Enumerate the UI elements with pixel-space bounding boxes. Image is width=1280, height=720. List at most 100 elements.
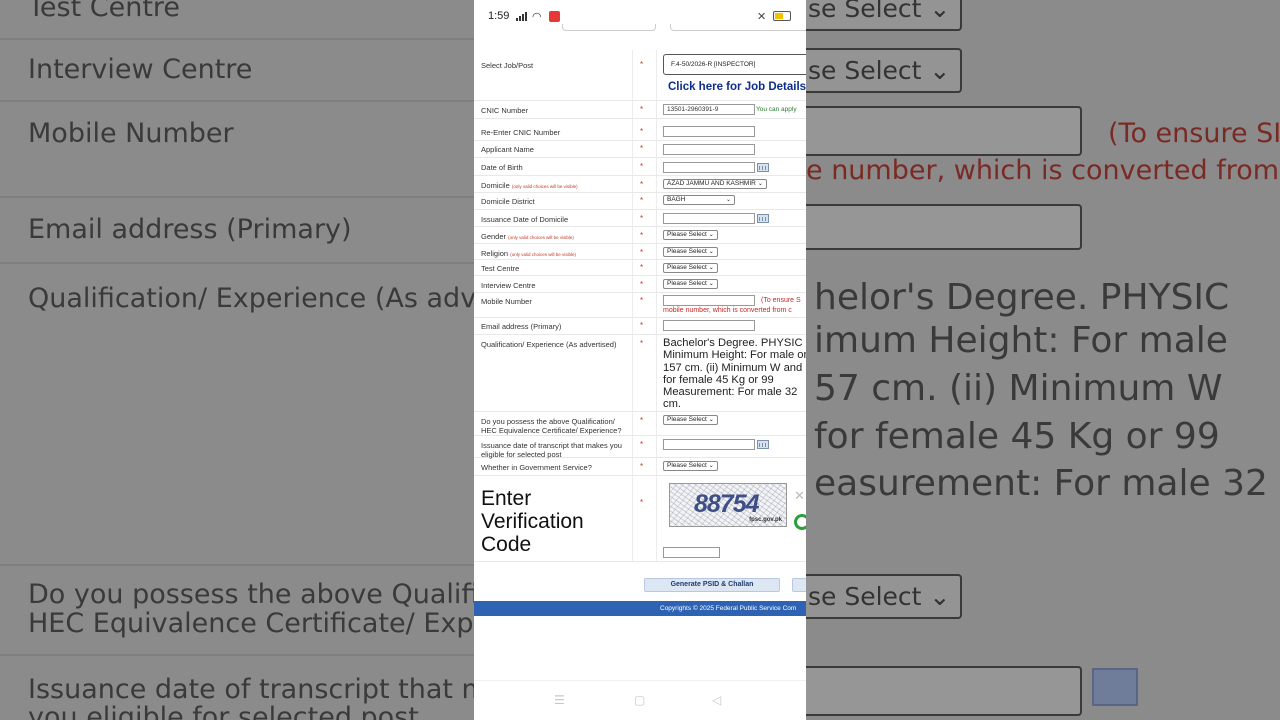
label-domicile-date: Issuance Date of Domicile [481, 215, 569, 224]
required-mark: * [640, 214, 644, 223]
test-centre-select[interactable]: Please Select ⌄ [663, 263, 718, 273]
re-cnic-input[interactable] [663, 126, 755, 137]
chevron-down-icon: ⌄ [708, 281, 714, 287]
bg-input [806, 666, 1082, 716]
gender-select[interactable]: Please Select ⌄ [663, 230, 718, 240]
captcha-image: 88754 fpsc.gov.pk [669, 483, 787, 527]
required-mark: * [640, 263, 644, 272]
bg-input [806, 106, 1082, 156]
battery-icon [773, 11, 791, 21]
cnic-hint: You can apply [756, 106, 797, 113]
prev-field-edge [670, 24, 806, 31]
back-icon[interactable]: ◁ [712, 693, 721, 707]
chevron-down-icon: ⌄ [757, 181, 763, 187]
required-mark: * [640, 321, 644, 330]
interview-centre-select[interactable]: Please Select ⌄ [663, 279, 718, 289]
label-job: Select Job/Post [481, 61, 534, 70]
bg-label-interview-centre: Interview Centre [28, 54, 253, 85]
required-mark: * [640, 60, 644, 69]
domicile-district-select[interactable]: BAGH ⌄ [663, 195, 735, 205]
transcript-date-input[interactable] [663, 439, 755, 450]
bg-label-mobile: Mobile Number [28, 118, 234, 149]
applicant-name-input[interactable] [663, 144, 755, 155]
email-input[interactable] [663, 320, 755, 331]
bg-hint-1: (To ensure SI [1108, 118, 1280, 149]
bg-label-email: Email address (Primary) [28, 214, 352, 245]
bg-select: se Select ⌄ [806, 0, 963, 31]
label-religion: Religion (only valid choices will be vis… [481, 249, 576, 258]
required-mark: * [640, 339, 644, 348]
captcha-domain: fpsc.gov.pk [749, 517, 782, 523]
label-govt-service: Whether in Government Service? [481, 463, 592, 472]
calendar-icon[interactable] [757, 214, 769, 223]
prev-field-edge [562, 24, 656, 31]
bg-hint-2: e number, which is converted from c [806, 155, 1280, 186]
bg-separator [0, 564, 474, 566]
domicile-select[interactable]: AZAD JAMMU AND KASHMIR ⌄ [663, 179, 767, 189]
mobile-input[interactable] [663, 295, 755, 306]
bg-select: se Select ⌄ [806, 574, 963, 619]
signal-icon [516, 11, 530, 21]
label-re-cnic: Re-Enter CNIC Number [481, 128, 561, 137]
label-gender: Gender (only valid choices will be visib… [481, 232, 574, 241]
bg-qual-4: for female 45 Kg or 99 [814, 416, 1220, 457]
required-mark: * [640, 144, 644, 153]
bg-separator [0, 38, 474, 40]
required-mark: * [640, 440, 644, 449]
bg-input [806, 204, 1082, 250]
bg-qual-1: helor's Degree. PHYSIC [814, 277, 1230, 318]
footer: Copyrights © 2025 Federal Public Service… [474, 601, 806, 616]
calendar-icon[interactable] [757, 163, 769, 172]
dob-input[interactable] [663, 162, 755, 173]
chevron-down-icon: ⌄ [708, 249, 714, 255]
label-mobile: Mobile Number [481, 297, 532, 306]
chevron-down-icon: ⌄ [708, 265, 714, 271]
label-verification: Enter Verification Code [481, 487, 584, 556]
mobile-hint-2: mobile number, which is converted from c [663, 307, 792, 314]
verification-code-input[interactable] [663, 547, 720, 558]
calendar-icon[interactable] [757, 440, 769, 449]
close-icon[interactable]: ✕ [794, 488, 805, 504]
bg-separator [0, 196, 474, 198]
bg-label-transcript-2: you eligible for selected post [28, 702, 419, 720]
bg-calendar-icon [1092, 668, 1138, 706]
job-select[interactable]: F.4-50/2026-R [INSPECTOR] [663, 54, 806, 75]
religion-select[interactable]: Please Select ⌄ [663, 247, 718, 257]
android-nav-bar: ☰ ▢ ◁ [474, 680, 806, 720]
govt-service-select[interactable]: Please Select ⌄ [663, 461, 718, 471]
chevron-down-icon: ⌄ [708, 232, 714, 238]
label-hec: Do you possess the above Qualification/ … [481, 417, 622, 435]
required-mark: * [640, 498, 644, 507]
home-icon[interactable]: ▢ [634, 693, 645, 707]
mobile-hint-1: (To ensure S [761, 297, 801, 304]
refresh-icon[interactable] [794, 514, 806, 530]
secondary-button[interactable] [792, 578, 806, 592]
hec-select[interactable]: Please Select ⌄ [663, 415, 718, 425]
generate-psid-button[interactable]: Generate PSID & Challan [644, 578, 780, 592]
bg-select: se Select ⌄ [806, 48, 963, 93]
required-mark: * [640, 196, 644, 205]
chevron-down-icon: ⌄ [708, 417, 714, 423]
bg-label-test-centre: Test Centre [28, 0, 181, 23]
bg-separator [0, 100, 474, 102]
background-right: se Select ⌄ se Select ⌄ (To ensure SI e … [806, 0, 1280, 720]
bg-separator [0, 262, 474, 264]
job-details-link[interactable]: Click here for Job Details [668, 81, 806, 93]
chevron-down-icon: ⌄ [708, 463, 714, 469]
mute-icon: ✕ [757, 11, 767, 23]
required-mark: * [640, 280, 644, 289]
required-mark: * [640, 105, 644, 114]
menu-icon[interactable]: ☰ [554, 693, 565, 707]
label-email: Email address (Primary) [481, 322, 562, 331]
required-mark: * [640, 416, 644, 425]
label-domicile: Domicile (only valid choices will be vis… [481, 181, 578, 190]
label-cnic: CNIC Number [481, 106, 529, 115]
cnic-input[interactable]: 13501-2960391-9 [663, 104, 755, 115]
label-interview-centre: Interview Centre [481, 281, 536, 290]
bg-separator [0, 654, 474, 656]
label-test-centre: Test Centre [481, 264, 520, 273]
domicile-date-input[interactable] [663, 213, 755, 224]
chevron-down-icon: ⌄ [725, 197, 731, 203]
qualification-text: Bachelor's Degree. PHYSIC Minimum Height… [663, 337, 806, 411]
bg-qual-2: imum Height: For male [814, 320, 1228, 361]
